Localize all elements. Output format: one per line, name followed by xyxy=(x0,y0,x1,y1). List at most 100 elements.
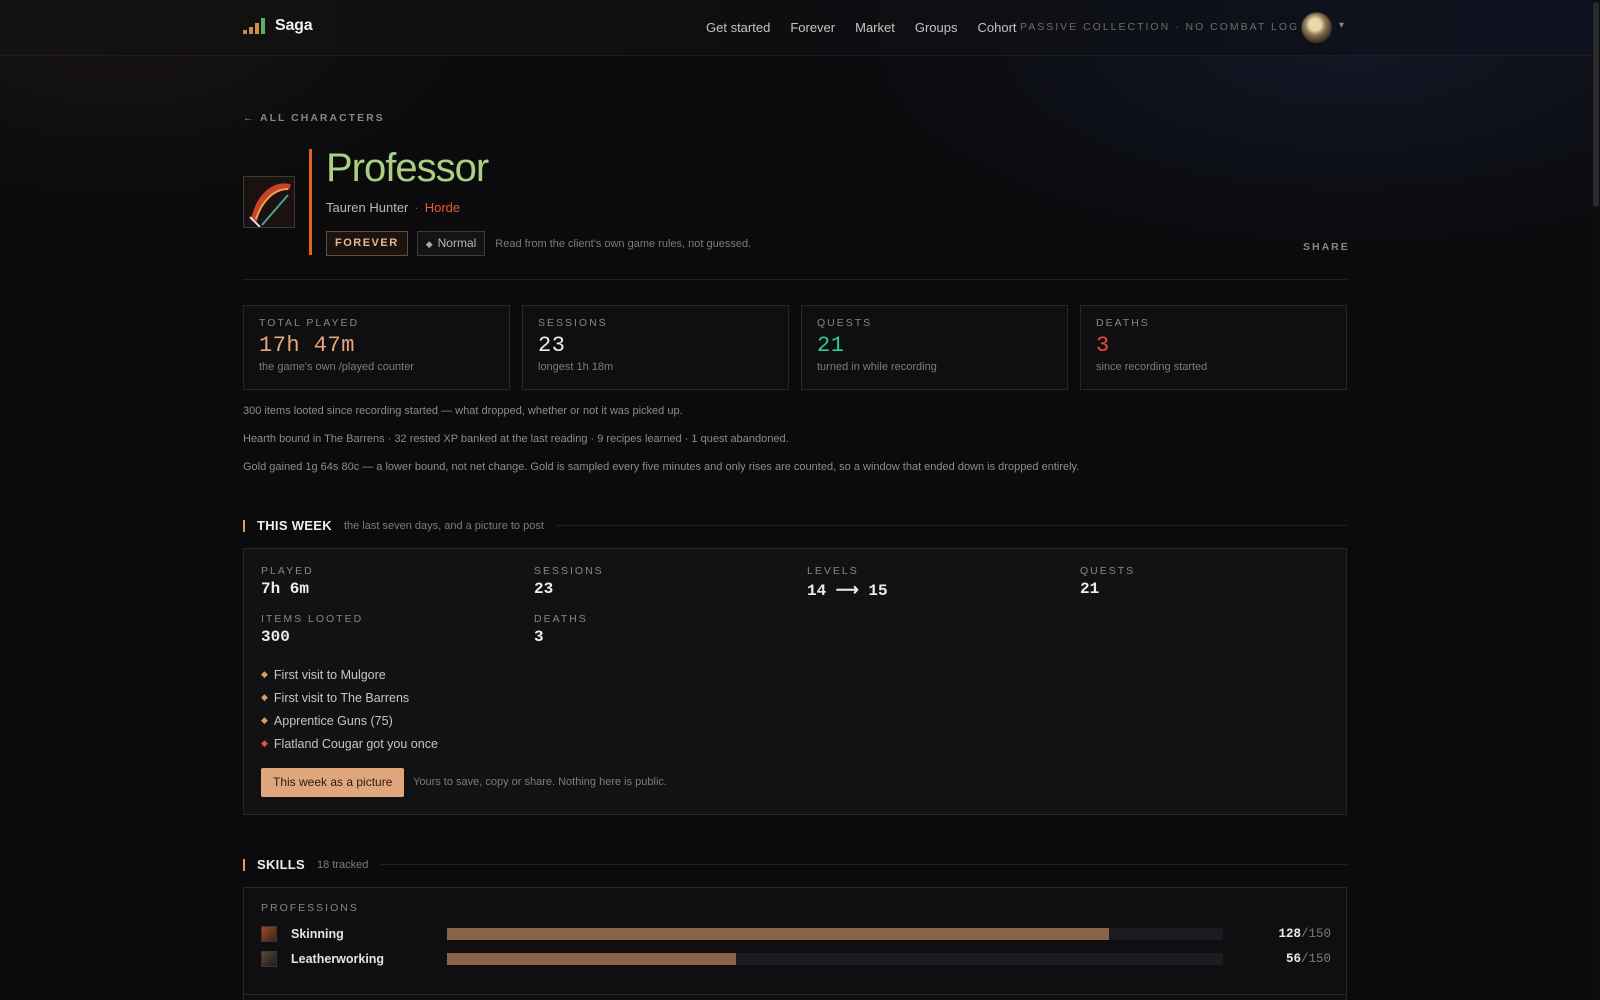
section-title: THIS WEEK xyxy=(257,518,332,533)
week-stat-items-looted: ITEMS LOOTED 300 xyxy=(261,613,363,646)
stat-label: TOTAL PLAYED xyxy=(259,317,360,329)
week-stat-sessions: SESSIONS 23 xyxy=(534,565,604,598)
nav-get-started[interactable]: Get started xyxy=(706,20,770,35)
share-button[interactable]: SHARE xyxy=(1303,241,1350,253)
skills-panel: PROFESSIONS Skinning 128/150 Leatherwork… xyxy=(243,887,1347,997)
leatherworking-icon xyxy=(261,951,277,967)
week-stat-label: QUESTS xyxy=(1080,565,1136,577)
user-avatar[interactable] xyxy=(1301,12,1332,43)
milestone-text: Apprentice Guns (75) xyxy=(273,713,393,728)
next-panel-edge xyxy=(243,994,1347,1000)
week-picture-note: Yours to save, copy or share. Nothing he… xyxy=(413,776,667,788)
info-line-gold: Gold gained 1g 64s 80c — a lower bound, … xyxy=(243,461,1080,473)
character-accent-bar xyxy=(309,149,312,255)
nav-links: Get started Forever Market Groups Cohort xyxy=(706,20,1017,35)
scrollbar-thumb[interactable] xyxy=(1593,2,1599,207)
skill-name: Leatherworking xyxy=(291,952,385,966)
week-stat-levels: LEVELS 14 ⟶ 15 xyxy=(807,565,888,600)
stat-value: 17h 47m xyxy=(259,333,355,358)
week-stat-label: SESSIONS xyxy=(534,565,604,577)
skill-max: /150 xyxy=(1300,952,1331,966)
character-subtitle: Tauren Hunter · Horde xyxy=(326,200,460,215)
week-picture-button[interactable]: This week as a picture xyxy=(261,768,405,797)
milestone-text: First visit to Mulgore xyxy=(273,667,386,682)
skill-name: Skinning xyxy=(291,927,344,941)
section-tick xyxy=(243,858,245,871)
skill-progress-bar xyxy=(447,953,1223,965)
section-header-this-week: THIS WEEK the last seven days, and a pic… xyxy=(243,518,1347,533)
top-navigation: Saga Get started Forever Market Groups C… xyxy=(0,0,1592,56)
skill-progress-bar xyxy=(447,928,1223,940)
stat-value: 21 xyxy=(817,333,845,358)
section-rule xyxy=(555,525,1347,526)
rules-note: Read from the client's own game rules, n… xyxy=(495,237,752,250)
week-stat-value: 300 xyxy=(261,628,290,646)
skill-row-leatherworking: Leatherworking 56/150 xyxy=(261,949,1331,969)
week-stat-label: LEVELS xyxy=(807,565,859,577)
milestone-text: First visit to The Barrens xyxy=(273,690,410,705)
nav-market[interactable]: Market xyxy=(855,20,895,35)
character-name: Professor xyxy=(326,146,489,190)
brand-logo[interactable]: Saga xyxy=(243,17,313,35)
week-stat-value: 23 xyxy=(534,580,554,598)
info-lines: 300 items looted since recording started… xyxy=(243,404,1079,488)
section-tick xyxy=(243,519,245,532)
character-badges: FOREVER ◆ Normal Read from the client's o… xyxy=(326,231,751,256)
diamond-icon: ◆ xyxy=(261,692,268,702)
scrollbar[interactable] xyxy=(1592,0,1600,1000)
milestone-item: ◆ Apprentice Guns (75) xyxy=(261,709,438,732)
nav-groups[interactable]: Groups xyxy=(915,20,958,35)
info-line-hearth: Hearth bound in The Barrens · 32 rested … xyxy=(243,433,789,445)
stat-card-quests: QUESTS 21 turned in while recording xyxy=(801,305,1068,390)
character-faction: Horde xyxy=(424,200,461,215)
difficulty-label: Normal xyxy=(437,236,477,250)
milestone-item: ◆ First visit to Mulgore xyxy=(261,663,438,686)
skill-current: 56 xyxy=(1285,952,1301,966)
logo-bars-icon xyxy=(243,18,265,34)
skill-progress-fill xyxy=(447,953,737,965)
nav-forever[interactable]: Forever xyxy=(790,20,835,35)
diamond-icon: ◆ xyxy=(261,715,268,725)
stat-note: the game's own /played counter xyxy=(259,361,414,373)
week-stat-label: PLAYED xyxy=(261,565,314,577)
week-stat-value: 14 ⟶ 15 xyxy=(807,582,888,600)
skill-progress-fill xyxy=(447,928,1109,940)
stat-card-sessions: SESSIONS 23 longest 1h 18m xyxy=(522,305,789,390)
week-stat-quests: QUESTS 21 xyxy=(1080,565,1135,598)
this-week-panel: PLAYED 7h 6m SESSIONS 23 LEVELS 14 ⟶ 15 … xyxy=(243,548,1347,815)
milestone-item: ◆ First visit to The Barrens xyxy=(261,686,438,709)
stat-card-deaths: DEATHS 3 since recording started xyxy=(1080,305,1347,390)
diamond-icon: ◆ xyxy=(425,239,433,249)
stat-card-total-played: TOTAL PLAYED 17h 47m the game's own /pla… xyxy=(243,305,510,390)
stat-value: 3 xyxy=(1096,333,1110,358)
stat-cards: TOTAL PLAYED 17h 47m the game's own /pla… xyxy=(243,305,1347,390)
background-glow xyxy=(0,0,1600,1000)
diamond-icon: ◆ xyxy=(261,738,268,748)
chevron-down-icon[interactable]: ▾ xyxy=(1339,20,1344,31)
character-portrait-icon xyxy=(243,176,295,228)
milestone-item: ◆ Flatland Cougar got you once xyxy=(261,732,438,755)
divider xyxy=(243,279,1347,280)
nav-cohort[interactable]: Cohort xyxy=(977,20,1016,35)
passive-collection-label: PASSIVE COLLECTION · NO COMBAT LOG xyxy=(1020,21,1300,33)
separator-dot: · xyxy=(414,200,419,215)
stat-value: 23 xyxy=(538,333,566,358)
section-title: SKILLS xyxy=(257,857,306,872)
week-stat-label: ITEMS LOOTED xyxy=(261,613,364,625)
skinning-icon xyxy=(261,926,277,942)
week-stat-played: PLAYED 7h 6m xyxy=(261,565,314,598)
week-stat-value: 3 xyxy=(534,628,544,646)
skill-row-skinning: Skinning 128/150 xyxy=(261,924,1331,944)
week-stat-value: 7h 6m xyxy=(261,580,310,598)
week-stat-label: DEATHS xyxy=(534,613,588,625)
brand-name: Saga xyxy=(275,17,313,34)
section-subtitle: 18 tracked xyxy=(317,858,369,871)
skill-value: 56/150 xyxy=(1223,952,1331,966)
character-race-class: Tauren Hunter xyxy=(326,200,409,215)
stat-label: QUESTS xyxy=(817,317,873,329)
stat-label: SESSIONS xyxy=(538,317,608,329)
skill-value: 128/150 xyxy=(1223,927,1331,941)
stat-note: since recording started xyxy=(1096,361,1208,373)
back-to-characters-link[interactable]: ← ALL CHARACTERS xyxy=(243,112,385,124)
stat-note: turned in while recording xyxy=(817,361,937,373)
